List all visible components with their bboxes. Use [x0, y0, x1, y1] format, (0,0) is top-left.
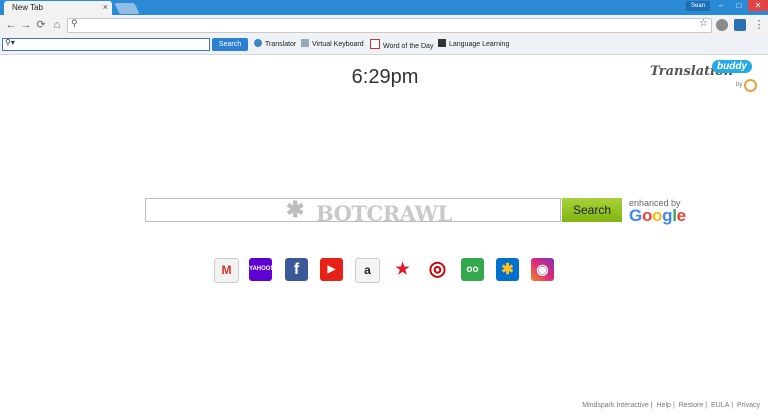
- facebook-icon[interactable]: f: [285, 258, 308, 281]
- star-icon[interactable]: ☆: [699, 18, 708, 29]
- main-search-button[interactable]: Search: [562, 198, 622, 222]
- footer-link-privacy[interactable]: Privacy: [737, 402, 760, 409]
- gmail-icon[interactable]: M: [214, 258, 239, 283]
- youtube-icon[interactable]: ▶: [320, 258, 343, 281]
- toolbar-item-label: Language Learning: [449, 41, 510, 48]
- toolbar-search-button[interactable]: Search: [212, 38, 248, 51]
- logo-word-buddy: buddy: [712, 60, 752, 73]
- reload-icon[interactable]: ⟳: [34, 18, 48, 32]
- search-dropdown-icon[interactable]: ⚲▾: [5, 38, 15, 47]
- walmart-icon[interactable]: ✱: [496, 258, 519, 281]
- title-bar: New Tab × Sean – □ ✕: [0, 0, 768, 15]
- keyboard-icon: [301, 39, 309, 47]
- target-icon[interactable]: ◎: [426, 258, 449, 281]
- tripadvisor-icon[interactable]: oo: [461, 258, 484, 281]
- maximize-button[interactable]: □: [730, 0, 748, 11]
- logo-by: by: [736, 82, 743, 88]
- address-bar[interactable]: ⚲ ☆: [67, 18, 712, 33]
- toolbar-search-input[interactable]: ⚲▾: [2, 38, 210, 51]
- home-icon[interactable]: ⌂: [50, 18, 64, 32]
- back-icon[interactable]: ←: [4, 18, 18, 32]
- extension-toolbar: ⚲▾ Search Translator Virtual Keyboard Wo…: [0, 36, 768, 55]
- tab-title: New Tab: [12, 3, 43, 12]
- close-window-button[interactable]: ✕: [748, 0, 768, 11]
- translator-icon: [254, 39, 262, 47]
- toolbar-item-translator[interactable]: Translator: [254, 39, 296, 51]
- footer-link-restore[interactable]: Restore: [679, 402, 704, 409]
- main-search-input[interactable]: ✱ BOTCRAWL: [145, 197, 561, 226]
- tab-close-icon[interactable]: ×: [103, 2, 108, 12]
- yahoo-icon[interactable]: YAHOO!: [249, 258, 272, 281]
- footer-link-eula[interactable]: EULA: [711, 402, 729, 409]
- tab-new-tab[interactable]: New Tab ×: [4, 1, 112, 15]
- toolbar-item-label: Translator: [265, 41, 297, 48]
- google-logo: Google: [629, 206, 686, 225]
- search-icon: ⚲: [71, 18, 78, 28]
- extension-icon[interactable]: [716, 19, 728, 31]
- toolbar-item-label: Word of the Day: [383, 43, 434, 50]
- instagram-icon[interactable]: ◉: [531, 258, 554, 281]
- toolbar-item-label: Virtual Keyboard: [312, 41, 364, 48]
- amazon-icon[interactable]: a: [355, 258, 380, 283]
- minimize-button[interactable]: –: [712, 0, 730, 11]
- botcrawl-watermark: ✱ BOTCRAWL: [286, 197, 452, 226]
- watermark-text: BOTCRAWL: [316, 201, 452, 226]
- menu-icon[interactable]: ⋮: [752, 18, 766, 32]
- footer-links: Mindspark Interactive | Help | Restore | EU…: [582, 402, 760, 409]
- clock: 6:29pm: [351, 66, 419, 88]
- footer-link-help[interactable]: Help: [657, 402, 671, 409]
- new-tab-button[interactable]: [114, 3, 140, 14]
- footer-link-mindspark[interactable]: Mindspark Interactive: [582, 402, 649, 409]
- translation-extension-icon[interactable]: [734, 19, 746, 31]
- toolbar-item-language-learning[interactable]: Language Learning: [438, 39, 509, 51]
- translation-buddy-logo: Translation buddy by: [648, 60, 760, 96]
- user-profile-button[interactable]: Sean: [686, 1, 710, 11]
- toolbar-item-word-of-the-day[interactable]: Word of the Day: [370, 39, 433, 51]
- spider-icon: ✱: [286, 197, 304, 223]
- navigation-bar: ← → ⟳ ⌂ ⚲ ☆ ⋮: [0, 15, 768, 36]
- calendar-icon: [370, 39, 380, 49]
- graduation-cap-icon: [438, 39, 446, 47]
- toolbar-item-virtual-keyboard[interactable]: Virtual Keyboard: [301, 39, 364, 51]
- macys-icon[interactable]: ★: [391, 258, 414, 281]
- mindspark-logo-icon: [744, 79, 757, 92]
- forward-icon[interactable]: →: [19, 18, 33, 32]
